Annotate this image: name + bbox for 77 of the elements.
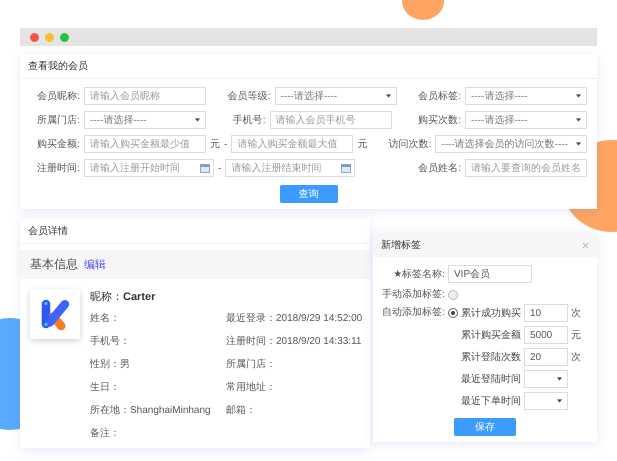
separator-text: - [218, 162, 222, 174]
select-field[interactable]: ----请选择会员的访问次数---- [435, 135, 587, 153]
separator-text: 元 [210, 138, 220, 151]
number-field[interactable]: 10 [524, 304, 568, 322]
info-field: 手机号： [90, 334, 222, 348]
window-maximize-dot[interactable] [60, 32, 69, 42]
text-field[interactable]: 请输入会员手机号 [270, 111, 392, 129]
tag-name-field[interactable]: VIP会员 [448, 265, 532, 283]
radio-button[interactable] [448, 290, 458, 300]
info-field: 姓名： [90, 311, 222, 325]
nickname-text: 昵称：Carter [90, 290, 156, 304]
condition-label: 最近登陆时间 [461, 372, 521, 386]
panel-title: 查看我的会员 [20, 54, 597, 79]
caret-icon [557, 399, 562, 403]
section-title: 基本信息 [30, 256, 78, 273]
save-button[interactable]: 保存 [454, 418, 516, 436]
caret-icon [557, 377, 562, 381]
field-label: 会员标签: [418, 90, 461, 103]
calendar-icon[interactable] [341, 163, 352, 173]
info-field: 所在地：ShanghaiMinhang [90, 403, 222, 417]
info-field: 性别：男 [90, 357, 222, 371]
window-minimize-dot[interactable] [45, 32, 54, 42]
info-field: 所属门店： [226, 357, 362, 371]
number-field[interactable]: 20 [524, 348, 568, 366]
select-field[interactable]: ----请选择---- [274, 87, 396, 105]
separator-text: 元 [357, 138, 368, 151]
window-close-dot[interactable] [30, 32, 39, 42]
select-field[interactable]: ----请选择---- [465, 87, 587, 105]
caret-icon [386, 94, 390, 98]
dialog-title: 新增标签 [381, 238, 421, 252]
number-field[interactable]: 5000 [524, 326, 568, 344]
condition-label: 累计购买金额 [461, 328, 521, 342]
field-label: 注册时间: [36, 162, 80, 175]
caret-icon [576, 142, 581, 146]
select-field[interactable] [524, 392, 568, 410]
text-field[interactable]: 请输入要查询的会员姓名 [465, 159, 587, 177]
condition-label: 累计成功购买 [461, 306, 521, 320]
date-field[interactable]: 请输入注册结束时间 [225, 159, 356, 177]
field-label: 所属门店: [36, 114, 80, 127]
info-field: 注册时间：2018/9/20 14:33:11 [226, 334, 362, 348]
unit-text: 元 [571, 329, 581, 342]
edit-link[interactable]: 编辑 [84, 257, 106, 272]
calendar-icon[interactable] [200, 163, 210, 173]
field-label: ★标签名称: [392, 268, 445, 281]
unit-text: 次 [571, 351, 581, 364]
close-icon[interactable] [582, 242, 589, 248]
field-label: 购买金额: [36, 138, 80, 151]
field-label: 会员等级: [228, 90, 270, 103]
field-label: 手动添加标签: [381, 289, 445, 301]
info-field: 邮箱： [226, 403, 362, 417]
field-label: 访问次数: [388, 138, 432, 151]
field-label: 购买次数: [418, 114, 461, 127]
separator-text: - [224, 138, 228, 150]
info-field: 最近登录：2018/9/29 14:52:00 [226, 311, 362, 325]
query-button[interactable]: 查询 [280, 185, 338, 203]
text-field[interactable]: 请输入会员昵称 [84, 87, 206, 105]
field-label: 会员姓名: [418, 162, 461, 175]
caret-icon [195, 118, 200, 122]
date-field[interactable]: 请输入注册开始时间 [84, 159, 214, 177]
caret-icon [576, 118, 581, 122]
unit-text: 次 [571, 307, 581, 320]
info-field: 常用地址： [226, 380, 362, 394]
field-label: 自动添加标签: [381, 307, 445, 319]
info-field: 生日： [90, 380, 222, 394]
select-field[interactable]: ----请选择---- [465, 111, 587, 129]
panel-title: 会员详情 [20, 219, 370, 244]
field-label: 会员昵称: [36, 90, 80, 103]
select-field[interactable] [524, 370, 568, 388]
text-field[interactable]: 请输入购买金额最少值 [84, 135, 206, 153]
select-field[interactable]: ----请选择---- [84, 111, 206, 129]
info-field: 备注： [90, 426, 222, 440]
condition-label: 最近下单时间 [461, 394, 521, 408]
field-label: 手机号: [232, 114, 266, 127]
text-field[interactable]: 请输入购买金额最大值 [231, 135, 354, 153]
caret-icon [576, 94, 581, 98]
radio-button[interactable] [448, 308, 458, 318]
condition-label: 累计登陆次数 [461, 350, 521, 364]
